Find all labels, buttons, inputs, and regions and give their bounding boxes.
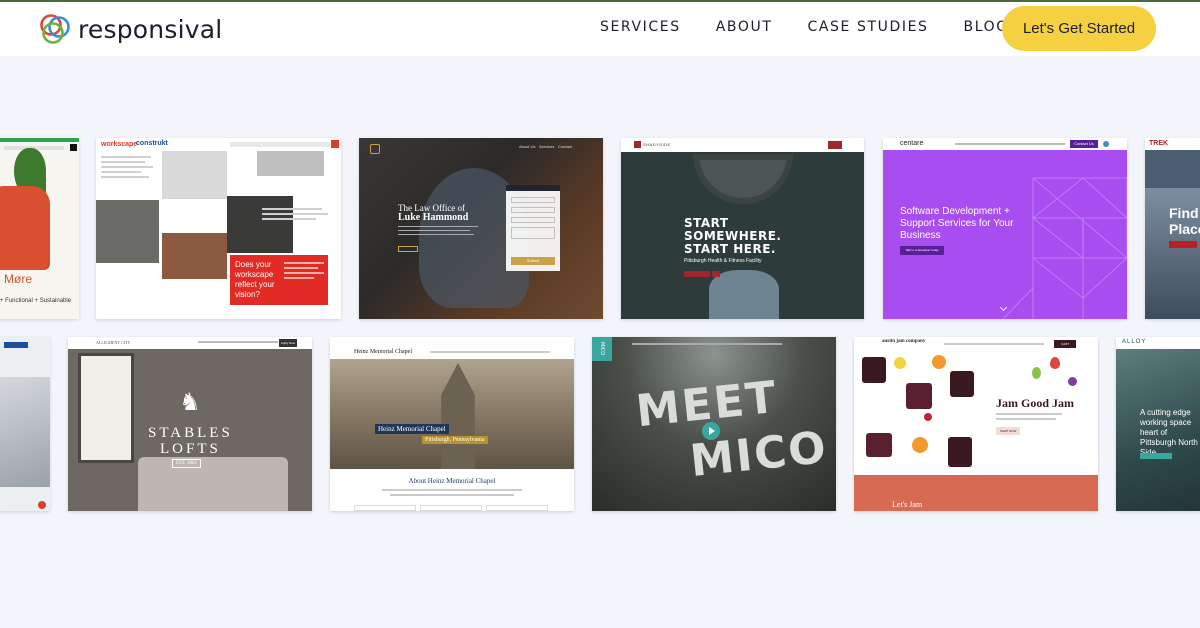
horse-icon: ♞ xyxy=(179,388,201,416)
site-header: responsival SERVICES ABOUT CASE STUDIES … xyxy=(0,2,1200,56)
mico-tag: MICO xyxy=(592,337,612,361)
law-submit: Submit xyxy=(511,257,555,265)
jam-nav-button: CART xyxy=(1054,340,1076,348)
office-photo-2 xyxy=(257,151,324,176)
get-started-button[interactable]: Let's Get Started xyxy=(1002,6,1156,51)
jam-footer-band xyxy=(854,475,1098,511)
gym-headline: START SOMEWHERE. START HERE. xyxy=(684,216,782,256)
portfolio-card-stables-lofts[interactable]: ALLEGHENY CITY Apply Now ♞ STABLES LOFTS… xyxy=(68,337,312,511)
brand-logo[interactable]: responsival xyxy=(38,12,222,46)
heinz-title: About Heinz Memorial Chapel xyxy=(408,477,496,485)
alloy-brand: ALLOY xyxy=(1122,339,1147,345)
orange-icon xyxy=(912,437,928,453)
portfolio-card-austin-jam[interactable]: austin jam company CART Jam Good Jam SHO… xyxy=(854,337,1098,511)
heinz-header: Heinz Memorial Chapel xyxy=(354,349,412,355)
chat-icon xyxy=(38,501,46,509)
gym-brand: SHADYSIDE xyxy=(643,142,671,147)
office-photo-3 xyxy=(96,200,159,263)
bed-image xyxy=(138,457,288,511)
plum-icon xyxy=(1068,377,1077,386)
stables-top-brand: ALLEGHENY CITY xyxy=(96,340,131,345)
jam-brand: austin jam company xyxy=(882,339,926,344)
alloy-text: A cutting edge working space heart of Pi… xyxy=(1140,408,1198,457)
portfolio-card-workscape[interactable]: workscape construkt Does your workscape … xyxy=(96,138,341,319)
stables-line1: STABLES xyxy=(148,425,233,441)
jam-headline: Jam Good Jam xyxy=(996,396,1074,410)
brand-name: responsival xyxy=(78,14,223,44)
heinz-sub: Pittsburgh, Pennsylvania xyxy=(422,436,488,444)
jam-jar-3 xyxy=(950,371,974,397)
nav-case-studies[interactable]: CASE STUDIES xyxy=(807,19,928,35)
grocery-word: Møre xyxy=(4,272,32,286)
trek-brand: TREK xyxy=(1149,140,1169,147)
berry-icon xyxy=(924,413,932,421)
portfolio-card-heinz-chapel[interactable]: Heinz Memorial Chapel Heinz Memorial Cha… xyxy=(330,337,574,511)
workscape-brand: workscape xyxy=(101,141,138,148)
scales-icon xyxy=(370,144,380,154)
rings-logo-icon xyxy=(40,14,70,44)
jam-jar-2 xyxy=(906,383,932,409)
strawberry-icon xyxy=(1050,357,1060,369)
stables-nav-button: Apply Now xyxy=(279,339,297,347)
workscape-headline: Does your workscape reflect your vision? xyxy=(235,260,275,299)
centare-cta: Talk to a developer today xyxy=(900,246,944,255)
office-photo-1 xyxy=(162,151,227,199)
law-name: Luke Hammond xyxy=(398,212,469,223)
bag-image xyxy=(0,186,50,270)
law-nav-services: Services xyxy=(539,144,555,149)
law-nav-contact: Contact xyxy=(558,144,572,149)
law-nav-about: About Us xyxy=(519,144,536,149)
construkt-brand: construkt xyxy=(136,140,168,147)
nav-services[interactable]: SERVICES xyxy=(600,19,681,35)
laptop-image xyxy=(0,377,50,487)
pear-icon xyxy=(1032,367,1041,379)
heinz-badge: Heinz Memorial Chapel xyxy=(375,424,449,434)
portfolio-card-law-office[interactable]: About Us Services Contact The Law Office… xyxy=(359,138,603,319)
jam-jar-5 xyxy=(948,437,972,467)
orange-icon xyxy=(932,355,946,369)
jam-jar-1 xyxy=(862,357,886,383)
portfolio-card-centare[interactable]: centare Contact Us Software Development … xyxy=(883,138,1127,319)
window-image xyxy=(78,353,134,463)
gym-sub: Pittsburgh Health & Fitness Facility xyxy=(684,258,762,264)
jam-shop-button: SHOP NOW xyxy=(996,427,1020,435)
grocery-tagline: + Functional + Sustainable xyxy=(0,298,72,304)
trek-headline: Find Place xyxy=(1169,205,1200,237)
nav-about[interactable]: ABOUT xyxy=(716,19,773,35)
portfolio-card-grocery[interactable]: Møre + Functional + Sustainable xyxy=(0,138,79,319)
main-nav: SERVICES ABOUT CASE STUDIES BLOG xyxy=(600,19,1044,35)
portfolio-card-gym[interactable]: SHADYSIDE START SOMEWHERE. START HERE. P… xyxy=(621,138,864,319)
jam-jar-4 xyxy=(866,433,892,457)
weight-plate-image xyxy=(693,154,793,204)
lemon-icon xyxy=(894,357,906,369)
portfolio-card-alloy[interactable]: ALLOY A cutting edge working space heart… xyxy=(1116,337,1200,511)
portfolio-card-partial-left[interactable] xyxy=(0,337,50,511)
stables-line2: LOFTS xyxy=(160,441,221,457)
stables-est: EST. 1882 xyxy=(172,459,202,468)
gym-logo-icon xyxy=(634,141,641,148)
jam-footer: Let's Jam xyxy=(892,500,923,509)
shoes-image xyxy=(709,270,779,319)
office-photo-4 xyxy=(162,233,227,279)
portfolio-card-trek[interactable]: TREK Find Place xyxy=(1145,138,1200,319)
portfolio-card-mico[interactable]: MICO MEET MICO xyxy=(592,337,836,511)
centare-headline: Software Development + Support Services … xyxy=(900,206,1014,241)
